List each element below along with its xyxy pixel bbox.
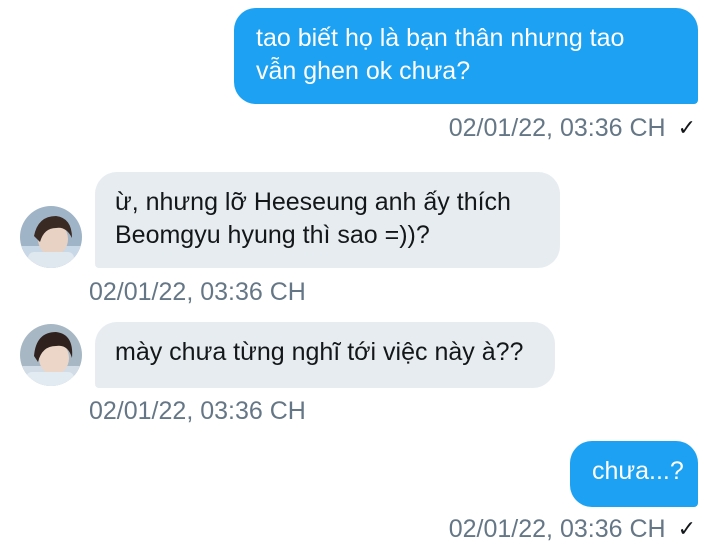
outgoing-message-bubble[interactable]: tao biết họ là bạn thân nhưng tao vẫn gh… [234,8,698,104]
message-timestamp-row: 02/01/22, 03:36 CH ✓ [449,112,696,144]
message-timestamp-row: 02/01/22, 03:36 CH ✓ [449,513,696,545]
avatar-icon[interactable] [20,206,82,268]
message-timestamp: 02/01/22, 03:36 CH [448,113,666,142]
message-timestamp-row: 02/01/22, 03:36 CH [89,395,306,427]
incoming-message-bubble[interactable]: mày chưa từng nghĩ tới việc này à?? [95,322,555,388]
message-timestamp: 02/01/22, 03:36 CH [89,277,306,306]
incoming-message-bubble[interactable]: ừ, nhưng lỡ Heeseung anh ấy thích Beomgy… [95,172,560,268]
message-timestamp: 02/01/22, 03:36 CH [448,514,666,543]
check-icon: ✓ [677,516,696,541]
message-timestamp-row: 02/01/22, 03:36 CH [89,276,306,308]
avatar-icon[interactable] [20,324,82,386]
outgoing-message-bubble[interactable]: chưa...? [570,441,698,507]
check-icon: ✓ [677,115,696,140]
message-timestamp: 02/01/22, 03:36 CH [89,396,306,425]
